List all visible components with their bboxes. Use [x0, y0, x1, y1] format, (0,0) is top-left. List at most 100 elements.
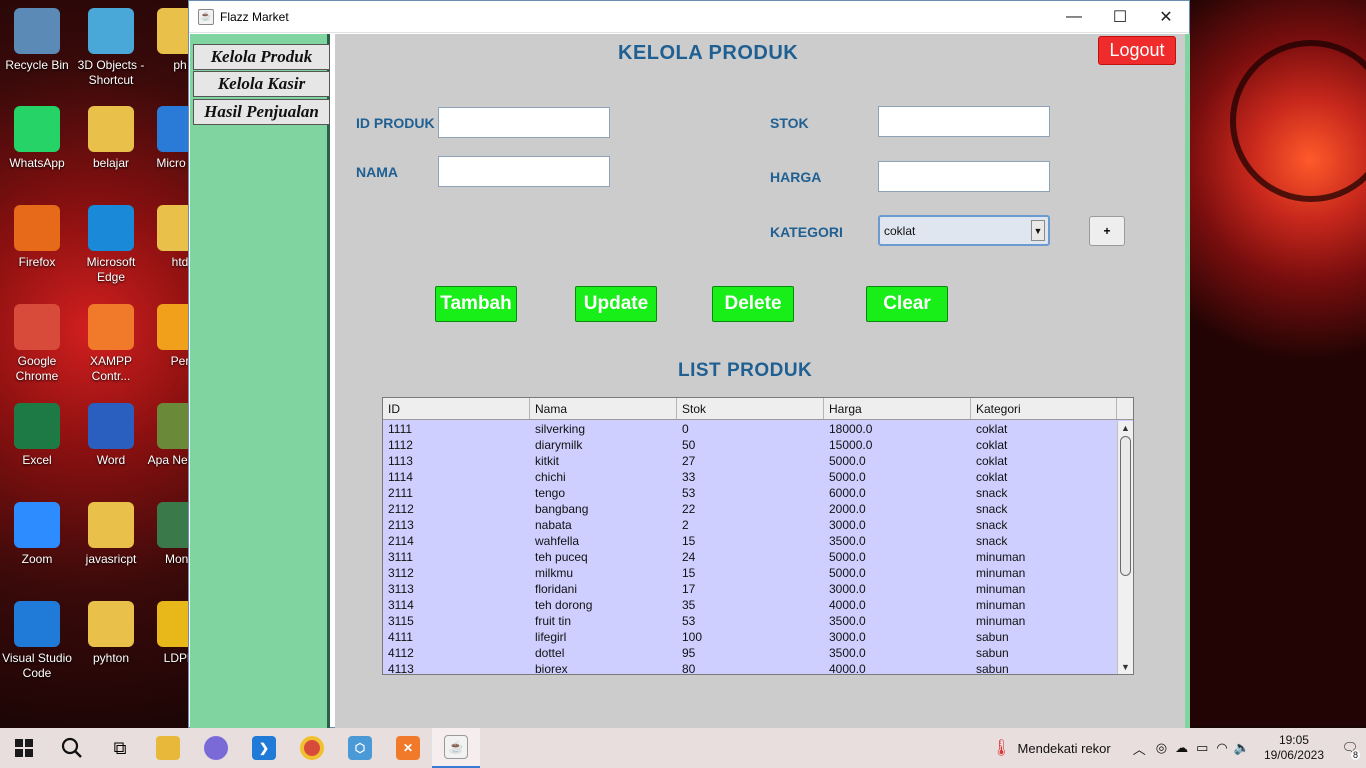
- table-row[interactable]: 3114 teh dorong 35 4000.0 minuman: [383, 597, 1117, 613]
- nama-input[interactable]: [438, 156, 610, 187]
- volume-icon[interactable]: 🔈: [1234, 740, 1250, 756]
- desktop-icon[interactable]: WhatsApp: [0, 106, 77, 171]
- clock[interactable]: 19:05 19/06/2023: [1264, 733, 1324, 763]
- desktop-icon-label: pyhton: [92, 651, 130, 665]
- table-cell: 15: [682, 566, 696, 580]
- column-header-kategori[interactable]: Kategori: [971, 398, 1117, 419]
- table-cell: 3500.0: [829, 534, 866, 548]
- desktop-icon[interactable]: Firefox: [0, 205, 77, 270]
- taskbar-java-app[interactable]: ☕: [432, 728, 480, 768]
- scroll-up-icon[interactable]: ▲: [1118, 421, 1133, 435]
- table-row[interactable]: 1112 diarymilk 50 15000.0 coklat: [383, 437, 1117, 453]
- id-produk-input[interactable]: [438, 107, 610, 138]
- delete-button[interactable]: Delete: [712, 286, 794, 322]
- start-button[interactable]: [0, 728, 48, 768]
- taskbar-copilot[interactable]: [192, 728, 240, 768]
- sidebar-item-kelola-kasir[interactable]: Kelola Kasir: [193, 71, 330, 97]
- desktop-icon[interactable]: Zoom: [0, 502, 77, 567]
- table-cell: sabun: [976, 662, 1009, 674]
- chevron-up-icon[interactable]: ︿: [1133, 739, 1146, 758]
- close-button[interactable]: ✕: [1143, 1, 1189, 33]
- table-row[interactable]: 3112 milkmu 15 5000.0 minuman: [383, 565, 1117, 581]
- maximize-button[interactable]: ☐: [1097, 1, 1143, 33]
- kategori-select[interactable]: coklat ▼: [878, 215, 1050, 246]
- table-row[interactable]: 1114 chichi 33 5000.0 coklat: [383, 469, 1117, 485]
- taskbar-vscode[interactable]: ❯: [240, 728, 288, 768]
- desktop-icon[interactable]: Recycle Bin: [0, 8, 77, 73]
- tambah-button[interactable]: Tambah: [435, 286, 517, 322]
- product-table[interactable]: ID Nama Stok Harga Kategori 1111 silverki…: [382, 397, 1134, 675]
- sidebar-item-kelola-produk[interactable]: Kelola Produk: [193, 44, 330, 70]
- search-button[interactable]: [48, 728, 96, 768]
- desktop-icon[interactable]: Microsoft Edge: [71, 205, 151, 285]
- table-cell: 95: [682, 646, 696, 660]
- column-header-id[interactable]: ID: [383, 398, 530, 419]
- desktop-icon[interactable]: 3D Objects - Shortcut: [71, 8, 151, 88]
- table-cell: 3112: [388, 566, 414, 580]
- harga-input[interactable]: [878, 161, 1050, 192]
- table-cell: 24: [682, 550, 696, 564]
- task-view-button[interactable]: ⧉: [96, 728, 144, 768]
- table-row[interactable]: 4111 lifegirl 100 3000.0 sabun: [383, 629, 1117, 645]
- desktop-icon[interactable]: Excel: [0, 403, 77, 468]
- app-icon: [88, 403, 134, 449]
- app-icon: [14, 601, 60, 647]
- onedrive-icon[interactable]: ☁: [1175, 740, 1188, 756]
- table-row[interactable]: 3111 teh puceq 24 5000.0 minuman: [383, 549, 1117, 565]
- column-header-harga[interactable]: Harga: [824, 398, 971, 419]
- stok-input[interactable]: [878, 106, 1050, 137]
- table-cell: 18000.0: [829, 422, 873, 436]
- table-cell: 2111: [388, 486, 413, 500]
- table-row[interactable]: 1111 silverking 0 18000.0 coklat: [383, 421, 1117, 437]
- notification-button[interactable]: 🗨 8: [1334, 728, 1366, 768]
- desktop-icon[interactable]: Google Chrome: [0, 304, 77, 384]
- desktop-icon[interactable]: belajar: [71, 106, 151, 171]
- table-cell: snack: [976, 534, 1008, 548]
- logout-button[interactable]: Logout: [1098, 36, 1176, 65]
- chevron-down-icon[interactable]: ▼: [1031, 220, 1045, 241]
- desktop-icon[interactable]: Word: [71, 403, 151, 468]
- table-row[interactable]: 2113 nabata 2 3000.0 snack: [383, 517, 1117, 533]
- title-bar[interactable]: ☕ Flazz Market — ☐ ✕: [189, 1, 1189, 33]
- minimize-button[interactable]: —: [1051, 1, 1097, 33]
- taskbar-app-hex[interactable]: ⬡: [336, 728, 384, 768]
- scroll-down-icon[interactable]: ▼: [1118, 660, 1133, 674]
- table-row[interactable]: 4113 biorex 80 4000.0 sabun: [383, 661, 1117, 674]
- desktop-icon[interactable]: XAMPP Contr...: [71, 304, 151, 384]
- table-row[interactable]: 2112 bangbang 22 2000.0 snack: [383, 501, 1117, 517]
- add-kategori-button[interactable]: +: [1089, 216, 1125, 246]
- sidebar-item-hasil-penjualan[interactable]: Hasil Penjualan: [193, 99, 330, 125]
- desktop-icon-label: Excel: [22, 453, 52, 467]
- taskbar-xampp[interactable]: ✕: [384, 728, 432, 768]
- table-row[interactable]: 3113 floridani 17 3000.0 minuman: [383, 581, 1117, 597]
- table-row[interactable]: 2114 wahfella 15 3500.0 snack: [383, 533, 1117, 549]
- table-cell: coklat: [976, 454, 1008, 468]
- column-header-stok[interactable]: Stok: [677, 398, 824, 419]
- table-cell: sabun: [976, 630, 1009, 644]
- update-button[interactable]: Update: [575, 286, 657, 322]
- desktop-icon[interactable]: pyhton: [71, 601, 151, 666]
- desktop-icon-label: Microsoft Edge: [86, 255, 136, 284]
- meet-icon[interactable]: ◎: [1156, 740, 1167, 756]
- wifi-icon[interactable]: ◠: [1216, 740, 1227, 756]
- table-cell: 2114: [388, 534, 414, 548]
- battery-icon[interactable]: ▭: [1196, 740, 1208, 756]
- label-id-produk: ID PRODUK: [356, 115, 435, 131]
- taskbar-chrome[interactable]: [288, 728, 336, 768]
- desktop-icon[interactable]: javasricpt: [71, 502, 151, 567]
- scrollbar-thumb[interactable]: [1120, 436, 1131, 576]
- desktop-icon-label: 3D Objects - Shortcut: [77, 58, 145, 87]
- taskbar-file-explorer[interactable]: [144, 728, 192, 768]
- clear-button[interactable]: Clear: [866, 286, 948, 322]
- desktop-icon[interactable]: Visual Studio Code: [0, 601, 77, 681]
- table-row[interactable]: 4112 dottel 95 3500.0 sabun: [383, 645, 1117, 661]
- table-row[interactable]: 1113 kitkit 27 5000.0 coklat: [383, 453, 1117, 469]
- table-row[interactable]: 2111 tengo 53 6000.0 snack: [383, 485, 1117, 501]
- desktop-icon-label: WhatsApp: [9, 156, 65, 170]
- weather-text[interactable]: Mendekati rekor: [1018, 741, 1111, 756]
- table-row[interactable]: 3115 fruit tin 53 3500.0 minuman: [383, 613, 1117, 629]
- label-stok: STOK: [770, 115, 809, 131]
- app-icon: [88, 205, 134, 251]
- table-scrollbar[interactable]: ▲ ▼: [1117, 421, 1133, 674]
- column-header-nama[interactable]: Nama: [530, 398, 677, 419]
